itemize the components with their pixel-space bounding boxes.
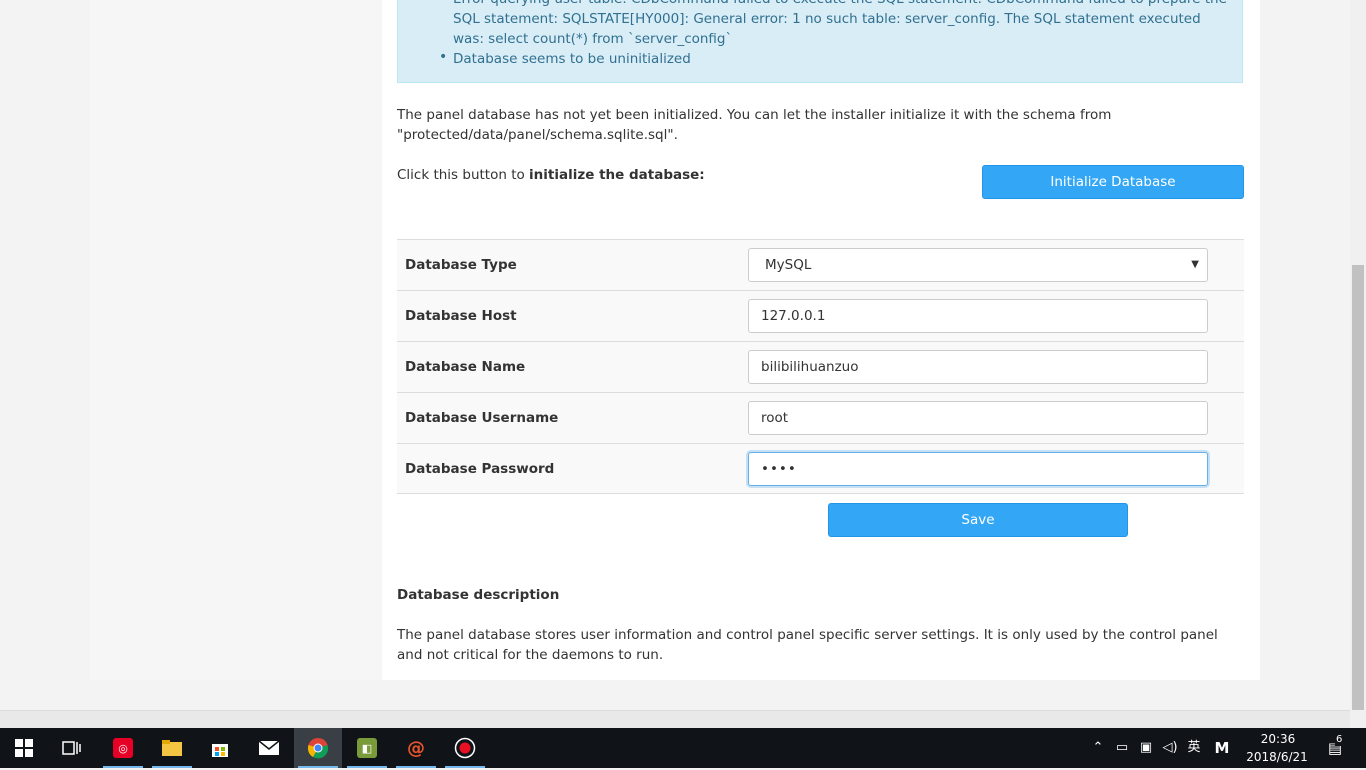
game-icon: ◧ [357,738,377,758]
database-type-select[interactable]: MySQL ▼ [748,248,1208,282]
init-instruction-prefix: Click this button to [397,167,530,183]
page-viewport: • Error querying user table: CDbCommand … [0,0,1350,728]
alert-item: • Error querying user table: CDbCommand … [439,0,1233,49]
init-instruction-bold: initialize the database: [529,167,705,183]
database-description-title: Database description [397,587,560,603]
error-alert: • Error querying user table: CDbCommand … [397,0,1243,83]
database-name-label: Database Name [405,359,526,375]
volume-icon[interactable]: ◁) [1160,728,1180,768]
database-type-label: Database Type [405,257,517,273]
chevron-down-icon: ▼ [1191,259,1199,270]
taskbar-app-snail[interactable]: @ [392,728,440,768]
chevron-up-icon[interactable]: ⌃ [1088,728,1108,768]
m-tray-icon[interactable]: M [1211,728,1233,768]
form-row-database-name: Database Name bilibilihuanzuo [397,341,1244,392]
netease-music-icon: ◎ [113,738,133,758]
clock-time[interactable]: 20:36 [1250,731,1306,747]
alert-item-text: Database seems to be uninitialized [453,51,691,67]
database-username-input[interactable]: root [748,401,1208,435]
taskbar-app-game[interactable]: ◧ [343,728,391,768]
database-name-input[interactable]: bilibilihuanzuo [748,350,1208,384]
database-host-label: Database Host [405,308,517,324]
chrome-icon [307,738,329,759]
ime-indicator[interactable]: 英 [1184,728,1204,768]
page-footer [0,710,1350,728]
database-description-body: The panel database stores user informati… [397,627,1218,663]
save-button[interactable]: Save [828,503,1128,537]
form-row-database-username: Database Username root [397,392,1244,443]
task-view-button[interactable] [48,728,96,768]
database-username-label: Database Username [405,410,559,426]
record-icon [454,737,476,759]
database-password-input[interactable]: •••• [748,452,1208,486]
taskbar-app-recorder[interactable] [441,728,489,768]
taskbar-app-mail[interactable] [245,728,293,768]
bullet: • [439,49,448,65]
battery-icon[interactable]: ▭ [1112,728,1132,768]
bullet: • [439,0,447,5]
initialize-database-button[interactable]: Initialize Database [982,165,1244,199]
start-button[interactable] [0,728,48,768]
scrollbar-thumb[interactable] [1352,265,1364,710]
database-type-value: MySQL [765,257,812,273]
taskbar-app-file-explorer[interactable] [148,728,196,768]
form-row-database-host: Database Host 127.0.0.1 [397,290,1244,341]
alert-item: • Database seems to be uninitialized [439,49,691,69]
database-host-input[interactable]: 127.0.0.1 [748,299,1208,333]
taskbar-app-netease-music[interactable]: ◎ [99,728,147,768]
taskbar-app-chrome[interactable] [294,728,342,768]
database-password-label: Database Password [405,461,555,477]
notification-count: 6 [1335,734,1344,746]
snail-icon: @ [407,737,425,759]
windows-taskbar: ◎ ◧ @ ⌃ ▭ ▣ ◁) 英 M 20:36 2018/6/21 ▤ 6 [0,728,1366,768]
alert-item-text: Error querying user table: CDbCommand fa… [453,0,1227,47]
form-row-database-type: Database Type MySQL ▼ [397,239,1244,290]
intro-paragraph: The panel database has not yet been init… [397,107,1112,143]
store-icon [212,744,228,757]
network-icon[interactable]: ▣ [1136,728,1156,768]
form-row-database-password: Database Password •••• [397,443,1244,494]
file-explorer-icon [162,740,182,756]
action-center-button[interactable]: ▤ 6 [1322,728,1348,768]
taskbar-app-store[interactable] [196,728,244,768]
sidebar-column [90,0,382,680]
windows-logo-icon [15,739,33,757]
task-view-icon [62,741,81,755]
mail-icon [258,740,280,755]
clock-date[interactable]: 2018/6/21 [1244,749,1310,765]
